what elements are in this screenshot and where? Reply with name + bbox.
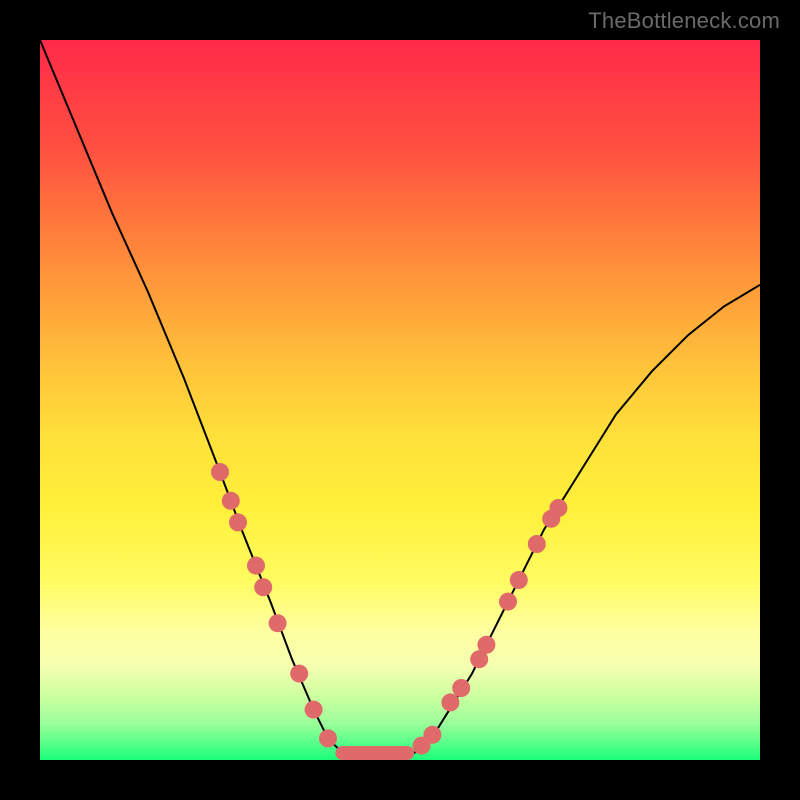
data-dot (222, 492, 240, 510)
data-dot (441, 693, 459, 711)
data-dot (549, 499, 567, 517)
data-dot (528, 535, 546, 553)
chart-frame: TheBottleneck.com (0, 0, 800, 800)
plot-area (40, 40, 760, 760)
data-dot (269, 614, 287, 632)
data-dot (247, 557, 265, 575)
data-dot (229, 513, 247, 531)
curve-line (40, 40, 760, 760)
data-dot (452, 679, 470, 697)
chart-svg (40, 40, 760, 760)
data-dot (423, 726, 441, 744)
data-dot (477, 636, 495, 654)
data-dot (305, 701, 323, 719)
watermark-text: TheBottleneck.com (588, 8, 780, 34)
data-dot (319, 729, 337, 747)
data-dot (290, 665, 308, 683)
data-dot (510, 571, 528, 589)
data-dot (254, 578, 272, 596)
data-dots (211, 463, 567, 755)
data-dot (499, 593, 517, 611)
data-dot (211, 463, 229, 481)
